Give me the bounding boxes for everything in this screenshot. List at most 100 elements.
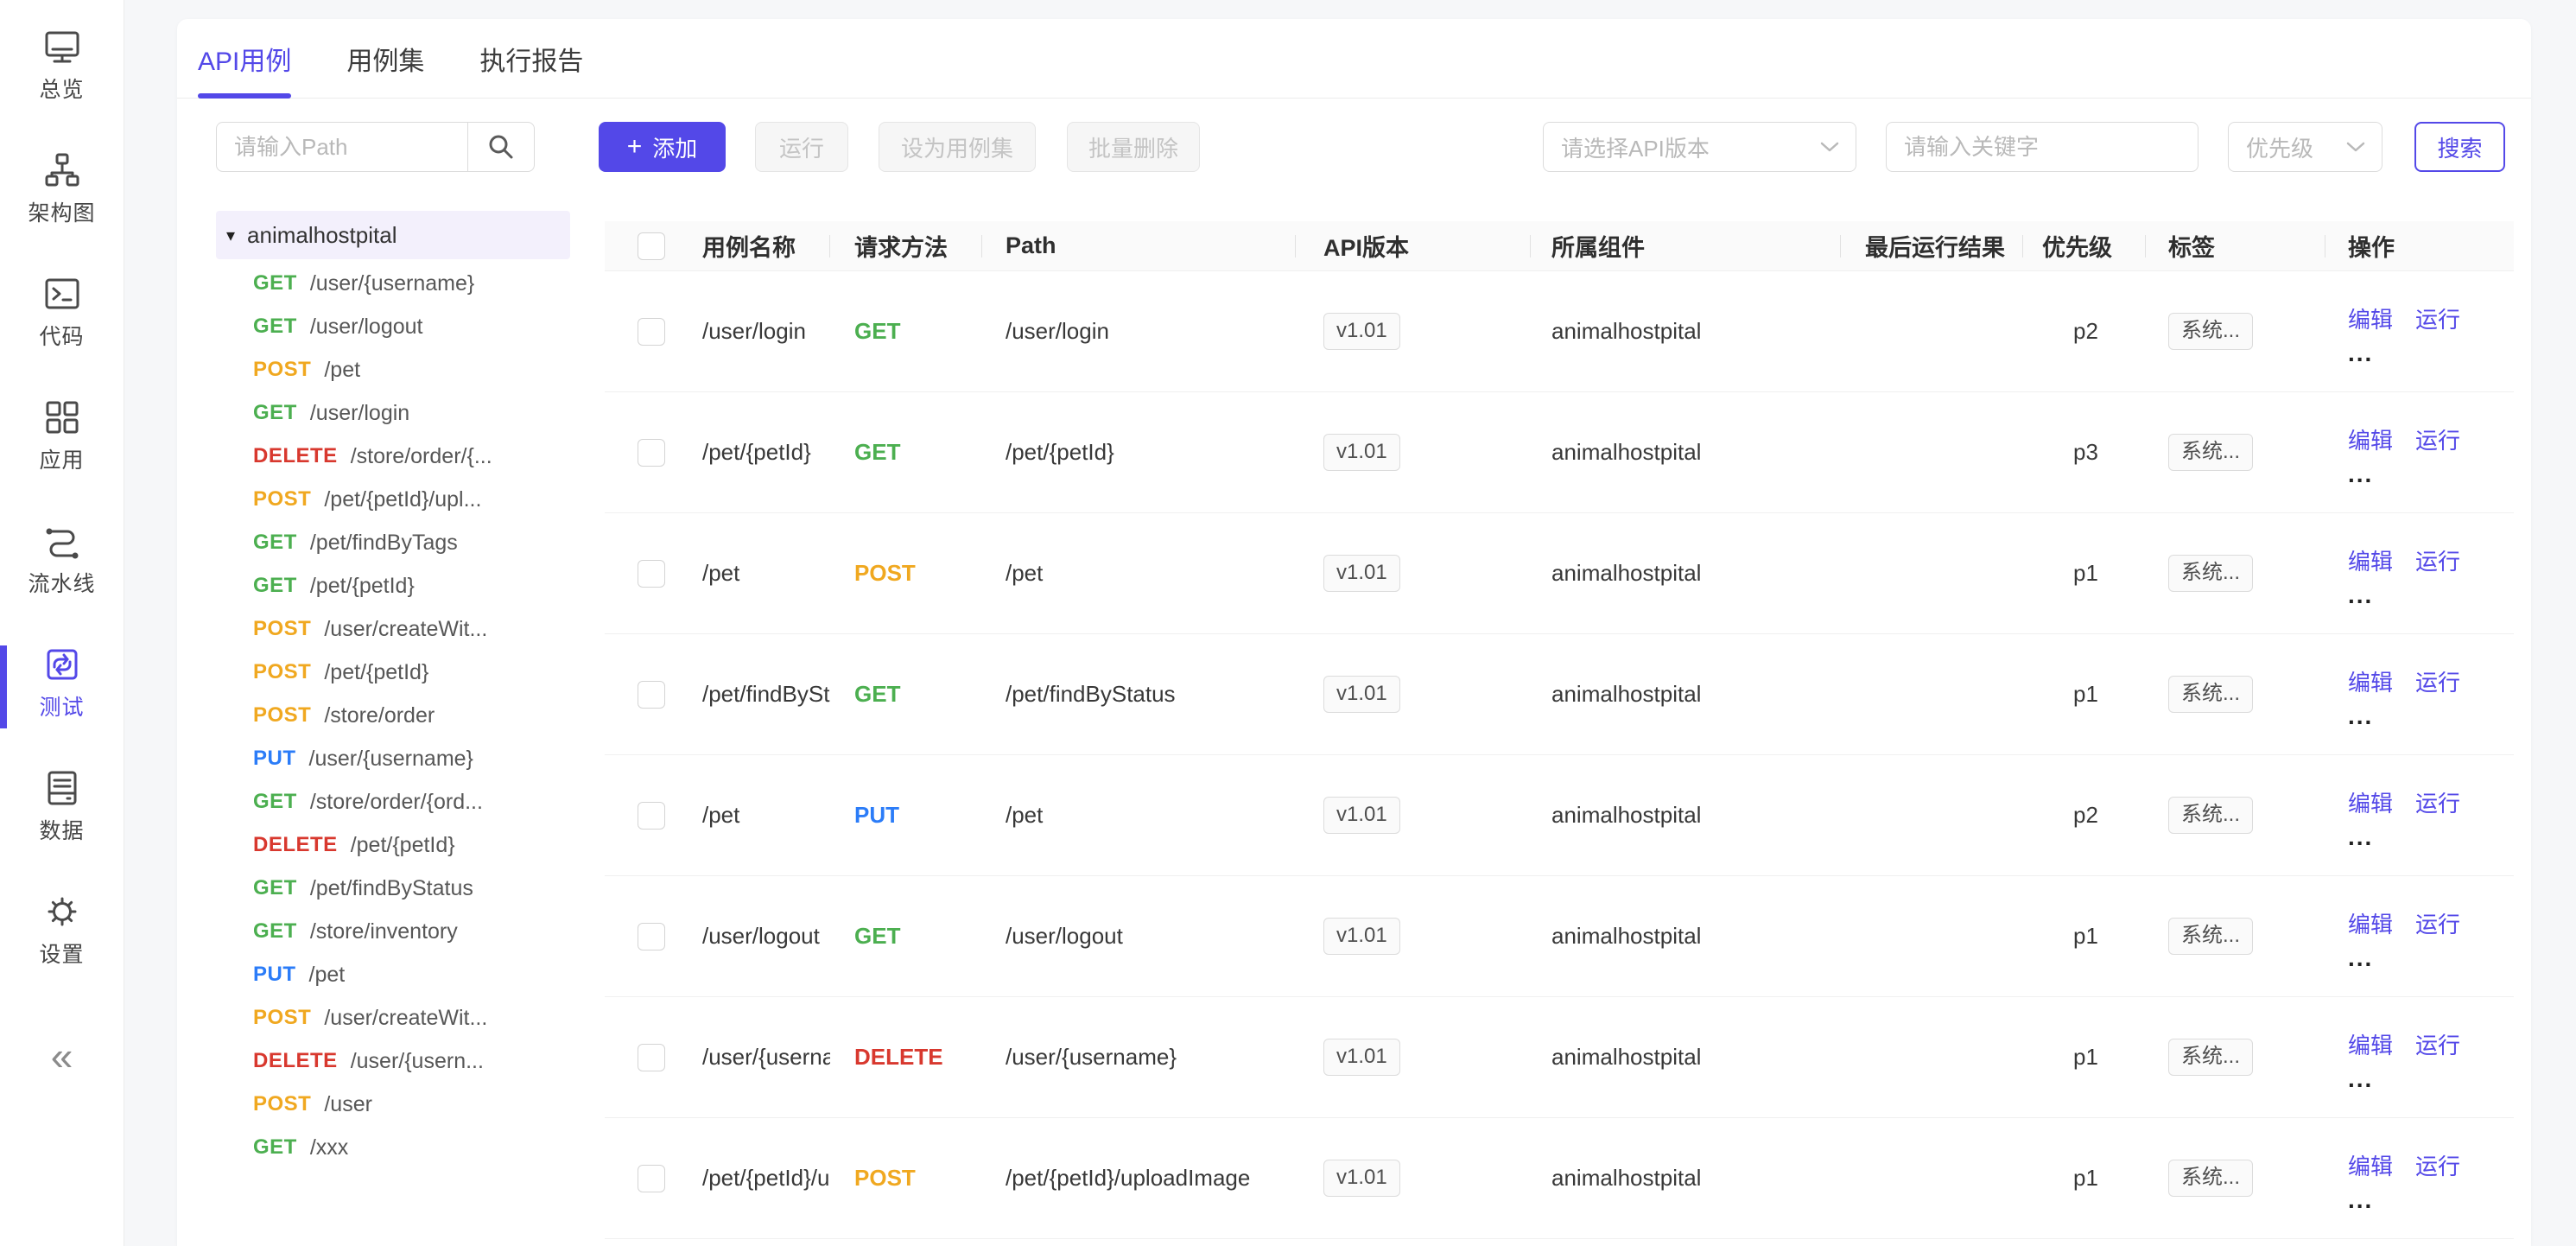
more-actions-button[interactable]: ... (2348, 467, 2373, 482)
row-checkbox[interactable] (638, 802, 665, 830)
priority-select[interactable]: 优先级 (2228, 122, 2382, 172)
run-link[interactable]: 运行 (2415, 1149, 2460, 1181)
tab-reports[interactable]: 执行报告 (479, 19, 583, 99)
cell-component: animalhostpital (1531, 997, 1841, 1117)
tree-api-item[interactable]: DELETE /user/{usern... (216, 1039, 570, 1083)
edit-link[interactable]: 编辑 (2348, 1028, 2393, 1060)
run-link[interactable]: 运行 (2415, 302, 2460, 334)
cell-component: animalhostpital (1531, 1118, 1841, 1238)
search-button[interactable]: 搜索 (2414, 122, 2505, 172)
method-label: GET (253, 790, 297, 814)
cell-component: animalhostpital (1531, 876, 1841, 996)
sidebar-item-test[interactable]: 测试 (0, 644, 124, 734)
tree-api-item[interactable]: POST /pet/{petId}/upl... (216, 478, 570, 521)
set-suite-button[interactable]: 设为用例集 (879, 122, 1036, 172)
run-link[interactable]: 运行 (2415, 423, 2460, 455)
tree-api-item[interactable]: GET /pet/findByStatus (216, 867, 570, 910)
cell-method: POST (830, 1118, 982, 1238)
run-link[interactable]: 运行 (2415, 665, 2460, 697)
tree-api-item[interactable]: PUT /user/{username} (216, 737, 570, 780)
tab-api-cases[interactable]: API用例 (198, 19, 291, 99)
select-all-checkbox[interactable] (638, 232, 665, 260)
run-link[interactable]: 运行 (2415, 1028, 2460, 1060)
tree-api-item[interactable]: GET /user/{username} (216, 262, 570, 305)
cell-case-name: /user/logout (674, 876, 830, 996)
run-link[interactable]: 运行 (2415, 786, 2460, 818)
path-label: /user/{usern... (351, 1049, 484, 1074)
more-actions-button[interactable]: ... (2348, 1193, 2373, 1208)
batch-delete-button[interactable]: 批量删除 (1067, 122, 1200, 172)
cell-case-name: /user/login (674, 271, 830, 391)
row-checkbox[interactable] (638, 318, 665, 346)
tree-api-item[interactable]: POST /store/order (216, 694, 570, 737)
edit-link[interactable]: 编辑 (2348, 302, 2393, 334)
row-checkbox[interactable] (638, 1044, 665, 1071)
tree-api-item[interactable]: GET /user/login (216, 391, 570, 435)
path-label: /pet/{petId} (351, 833, 455, 858)
keyword-input[interactable] (1886, 122, 2198, 172)
method-label: DELETE (253, 444, 338, 468)
row-checkbox[interactable] (638, 560, 665, 588)
edit-link[interactable]: 编辑 (2348, 544, 2393, 576)
sidebar-item-overview[interactable]: 总览 (0, 26, 124, 116)
run-link[interactable]: 运行 (2415, 544, 2460, 576)
more-actions-button[interactable]: ... (2348, 951, 2373, 966)
path-search-button[interactable] (467, 122, 535, 172)
tree-api-item[interactable]: POST /pet/{petId} (216, 651, 570, 694)
tree-api-item[interactable]: DELETE /store/order/{... (216, 435, 570, 478)
edit-link[interactable]: 编辑 (2348, 786, 2393, 818)
table-row: /user/login GET /user/login v1.01 animal… (605, 271, 2514, 392)
method-label: DELETE (253, 833, 338, 857)
path-label: /store/inventory (310, 919, 458, 944)
tree-api-item[interactable]: POST /user (216, 1083, 570, 1126)
path-label: /user/{username} (309, 747, 473, 772)
run-button[interactable]: 运行 (755, 122, 848, 172)
cell-last-result (1841, 392, 2023, 512)
tree-api-item[interactable]: POST /user/createWit... (216, 607, 570, 651)
tree-api-item[interactable]: GET /pet/findByTags (216, 521, 570, 564)
run-link[interactable]: 运行 (2415, 907, 2460, 939)
more-actions-button[interactable]: ... (2348, 346, 2373, 361)
edit-link[interactable]: 编辑 (2348, 907, 2393, 939)
monitor-icon (41, 26, 83, 67)
edit-link[interactable]: 编辑 (2348, 665, 2393, 697)
tree-root-node[interactable]: ▾ animalhostpital (216, 211, 570, 259)
cell-actions: 编辑 运行 ... (2325, 1118, 2514, 1238)
tree-api-item[interactable]: POST /pet (216, 348, 570, 391)
tab-case-sets[interactable]: 用例集 (346, 19, 424, 99)
path-label: /store/order (324, 703, 435, 728)
add-button[interactable]: + 添加 (599, 122, 726, 172)
sidebar-item-pipeline[interactable]: 流水线 (0, 520, 124, 610)
path-search-input[interactable] (216, 122, 467, 172)
method-label: POST (253, 703, 311, 728)
path-label: /user/createWit... (324, 1006, 487, 1031)
row-checkbox[interactable] (638, 923, 665, 950)
edit-link[interactable]: 编辑 (2348, 423, 2393, 455)
edit-link[interactable]: 编辑 (2348, 1149, 2393, 1181)
api-version-select[interactable]: 请选择API版本 (1543, 122, 1856, 172)
tree-api-item[interactable]: PUT /pet (216, 953, 570, 996)
tree-api-item[interactable]: GET /pet/{petId} (216, 564, 570, 607)
more-actions-button[interactable]: ... (2348, 830, 2373, 845)
more-actions-button[interactable]: ... (2348, 709, 2373, 724)
more-actions-button[interactable]: ... (2348, 1072, 2373, 1087)
tree-api-item[interactable]: POST /user/createWit... (216, 996, 570, 1039)
sidebar-item-architecture[interactable]: 架构图 (0, 149, 124, 239)
tree-api-item[interactable]: GET /xxx (216, 1126, 570, 1169)
tree-api-item[interactable]: GET /user/logout (216, 305, 570, 348)
sidebar-item-data[interactable]: 数据 (0, 767, 124, 857)
sidebar-item-apps[interactable]: 应用 (0, 397, 124, 486)
more-actions-button[interactable]: ... (2348, 588, 2373, 603)
cell-priority: p1 (2023, 876, 2146, 996)
row-checkbox[interactable] (638, 1165, 665, 1192)
collapse-sidebar-button[interactable]: « (51, 1033, 73, 1079)
row-checkbox[interactable] (638, 681, 665, 709)
sidebar-item-settings[interactable]: 设置 (0, 891, 124, 981)
tag-badge: 系统... (2168, 434, 2253, 471)
tree-api-item[interactable]: GET /store/inventory (216, 910, 570, 953)
tree-api-item[interactable]: GET /store/order/{ord... (216, 780, 570, 823)
row-checkbox[interactable] (638, 439, 665, 467)
sidebar-item-code[interactable]: 代码 (0, 273, 124, 363)
filters: 请选择API版本 优先级 搜索 (1543, 122, 2505, 172)
tree-api-item[interactable]: DELETE /pet/{petId} (216, 823, 570, 867)
